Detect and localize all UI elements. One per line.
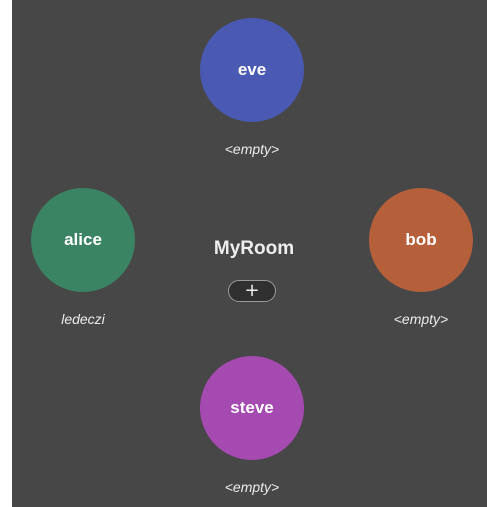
seat-name: steve xyxy=(230,398,274,417)
room-canvas: eve <empty> alice ledeczi bob <empty> st… xyxy=(12,0,487,507)
seat-eve[interactable]: eve xyxy=(200,18,304,122)
room-title: MyRoom xyxy=(213,238,295,259)
seat-status: <empty> xyxy=(393,311,449,327)
seat-name: eve xyxy=(237,60,267,79)
seat-name: alice xyxy=(64,230,102,249)
add-seat-button[interactable]: + xyxy=(228,280,276,302)
seat-status: <empty> xyxy=(224,479,280,495)
plus-icon: + xyxy=(244,280,260,301)
seat-alice[interactable]: alice xyxy=(31,188,135,292)
seat-status: ledeczi xyxy=(61,311,105,327)
seat-steve[interactable]: steve xyxy=(200,356,304,460)
seat-status: <empty> xyxy=(224,141,280,157)
seat-bob[interactable]: bob xyxy=(369,188,473,292)
seat-name: bob xyxy=(405,230,437,249)
